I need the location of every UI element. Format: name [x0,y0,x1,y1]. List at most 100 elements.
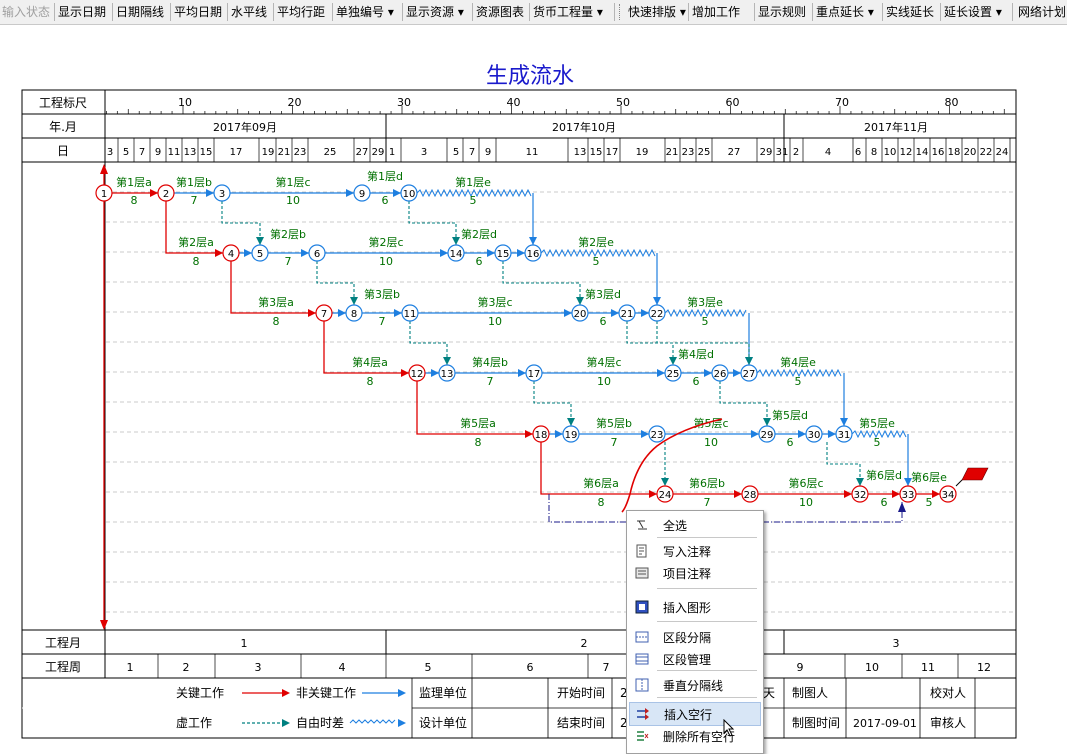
activity-arrowhead [653,297,661,305]
dummy-line [408,201,457,245]
day-label: 4 [825,147,831,158]
menu-separator [657,588,757,589]
activity-name-label: 第3层a [258,295,294,309]
activity-duration-label: 8 [131,194,138,207]
activity-name-label: 第1层e [455,175,491,189]
event-node-number: 25 [667,369,680,380]
menu-item-4[interactable]: 区段分隔 [629,626,759,648]
mouse-cursor-icon [723,718,735,737]
footer-week: 2 [183,661,190,674]
activity-name-label: 第6层c [788,476,823,490]
activity-name-label: 第1层b [176,175,212,189]
activity-arrowhead [828,430,836,438]
event-node-number: 29 [761,430,774,441]
activity-arrowhead [751,430,759,438]
day-label: 24 [996,147,1009,158]
activity-name-label: 第2层e [578,235,614,249]
event-node-number: 13 [441,369,454,380]
activity-name-label: 第2层b [270,227,306,241]
menu-item-label: 区段分隔 [663,631,712,645]
scale-tick-label: 30 [397,96,411,109]
menu-item-2[interactable]: 项目注释 [629,562,759,584]
event-node-number: 11 [404,309,417,320]
legend-critical-arrow [282,689,290,697]
day-label: 31 [776,147,789,158]
day-label: 17 [230,147,243,158]
footer-month: 2 [581,637,588,650]
activity-arrowhead [564,309,572,317]
activity-arrowhead [215,249,223,257]
event-node-number: 27 [743,369,756,380]
day-label: 9 [485,147,491,158]
event-node-number: 2 [163,189,169,200]
menu-separator [657,621,757,622]
activity-arrowhead [256,237,264,245]
activity-duration-label: 6 [600,315,607,328]
activity-arrowhead [206,189,214,197]
menu-item-6[interactable]: 垂直分隔线 [629,674,759,696]
activity-name-label: 第4层e [780,355,816,369]
context-menu: 全选写入注释 项目注释插入图形区段分隔区段管理垂直分隔线插入空行 删除所有空行 [626,510,764,754]
day-label: 27 [356,147,369,158]
footer-week: 5 [425,661,432,674]
day-label: 23 [682,147,695,158]
menu-item-label: 全选 [663,519,688,533]
activity-name-label: 第6层d [866,468,902,482]
event-node-number: 31 [838,430,851,441]
menu-item-0[interactable]: 全选 [629,514,759,536]
activity-arrowhead [611,309,619,317]
activity-duration-label: 8 [598,496,605,509]
day-label: 20 [964,147,977,158]
activity-name-label: 第1层d [367,169,403,183]
event-node-number: 23 [651,430,664,441]
activity-duration-label: 5 [874,436,881,449]
menu-item-3[interactable]: 插入图形 [629,596,759,618]
day-label: 16 [932,147,945,158]
activity-name-label: 第4层a [352,355,388,369]
event-node-number: 9 [359,189,365,200]
legend-float-arrow [398,719,406,727]
activity-duration-label: 7 [379,315,386,328]
event-node-number: 28 [744,490,757,501]
menu-separator [657,697,757,698]
activity-arrowhead [487,249,495,257]
event-node-number: 32 [854,490,867,501]
day-label: 15 [200,147,213,158]
day-label: 29 [372,147,385,158]
note-icon [635,544,649,558]
activity-arrowhead [401,369,409,377]
footer-week: 10 [865,661,879,674]
dummy-line [502,261,581,305]
menu-item-8[interactable]: 删除所有空行 [629,725,759,747]
menu-item-5[interactable]: 区段管理 [629,648,759,670]
day-label: 8 [871,147,877,158]
activity-arrowhead [518,369,526,377]
footer-week: 4 [339,661,346,674]
activity-name-label: 第5层c [693,416,728,430]
info-checker: 校对人 [930,685,966,700]
footer-week: 3 [255,661,262,674]
dummy-line [409,321,448,365]
activity-arrowhead [443,357,451,365]
activity-name-label: 第6层a [583,476,619,490]
delete-rows-icon [635,729,649,743]
event-node-number: 22 [651,309,664,320]
legend-dummy-arrow [282,719,290,727]
activity-duration-label: 5 [593,255,600,268]
section-divider-icon [635,630,649,644]
activity-arrowhead [798,430,806,438]
activity-duration-label: 7 [285,255,292,268]
menu-item-1[interactable]: 写入注释 [629,540,759,562]
event-node-number: 30 [808,430,821,441]
activity-duration-label: 5 [926,496,933,509]
footer-week: 7 [603,661,610,674]
activity-name-label: 第1层c [275,175,310,189]
activity-duration-label: 6 [787,436,794,449]
day-label: 25 [698,147,711,158]
activity-duration-label: 6 [881,496,888,509]
menu-item-7[interactable]: 插入空行 [629,702,761,726]
activity-duration-label: 7 [191,194,198,207]
activity-duration-label: 5 [470,194,477,207]
activity-arrowhead [301,249,309,257]
activity-name-label: 第3层e [687,295,723,309]
